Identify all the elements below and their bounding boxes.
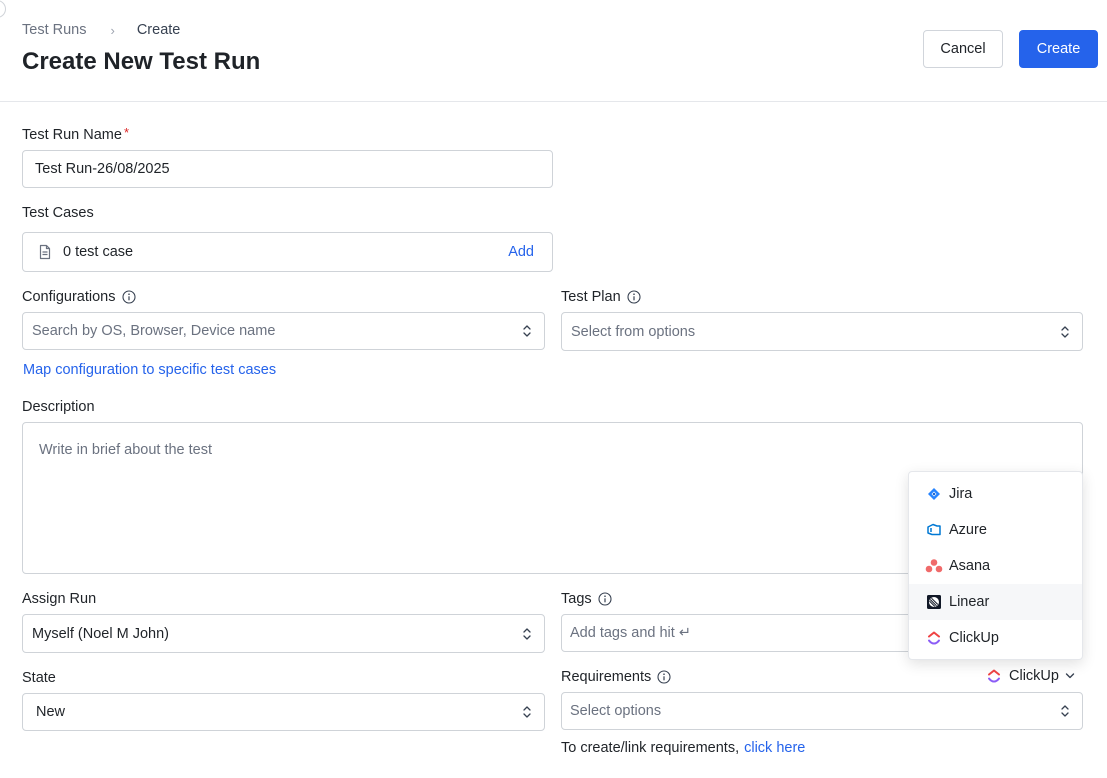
- description-label: Description: [22, 399, 95, 415]
- chevron-right-icon: ›: [110, 22, 115, 38]
- configurations-search-input[interactable]: Search by OS, Browser, Device name: [22, 312, 545, 350]
- provider-option-asana[interactable]: Asana: [909, 548, 1082, 584]
- tags-placeholder: Add tags and hit ↵: [570, 625, 691, 641]
- run-name-label-text: Test Run Name: [22, 127, 122, 143]
- add-test-case-button[interactable]: Add: [508, 244, 534, 260]
- test-cases-field: 0 test case Add: [22, 232, 553, 272]
- description-placeholder: Write in brief about the test: [39, 442, 213, 458]
- azure-icon: [925, 521, 943, 539]
- requirements-provider-label: ClickUp: [1009, 668, 1059, 684]
- tags-label-text: Tags: [561, 591, 592, 607]
- provider-option-label: Linear: [949, 594, 990, 610]
- updown-chevron-icon: [1060, 324, 1070, 340]
- requirements-select[interactable]: Select options: [561, 692, 1083, 730]
- provider-option-jira[interactable]: Jira: [909, 476, 1082, 512]
- state-label: State: [22, 670, 56, 686]
- jira-icon: [925, 485, 943, 503]
- create-requirements-link[interactable]: click here: [744, 740, 805, 756]
- panel-toggle[interactable]: [0, 0, 6, 18]
- info-icon[interactable]: [627, 290, 641, 304]
- requirements-placeholder: Select options: [570, 703, 662, 719]
- requirements-provider-toggle[interactable]: ClickUp: [987, 668, 1075, 684]
- create-button[interactable]: Create: [1019, 30, 1098, 68]
- clickup-icon: [925, 629, 943, 647]
- provider-option-label: Azure: [949, 522, 987, 538]
- test-cases-label: Test Cases: [22, 205, 94, 221]
- breadcrumb: Test Runs › Create: [22, 22, 180, 38]
- requirements-hint: To create/link requirements, click here: [561, 740, 805, 756]
- assign-run-select[interactable]: Myself (Noel M John): [22, 614, 545, 653]
- chevron-down-icon: [1065, 672, 1075, 680]
- provider-option-linear[interactable]: Linear: [909, 584, 1082, 620]
- configurations-placeholder: Search by OS, Browser, Device name: [32, 323, 276, 339]
- provider-option-azure[interactable]: Azure: [909, 512, 1082, 548]
- test-plan-placeholder: Select from options: [571, 323, 696, 340]
- updown-chevron-icon: [522, 704, 532, 720]
- assign-run-label: Assign Run: [22, 591, 97, 607]
- test-case-count: 0 test case: [63, 244, 134, 260]
- configurations-label: Configurations: [22, 289, 136, 305]
- run-name-input[interactable]: Test Run-26/08/2025: [22, 150, 553, 188]
- updown-chevron-icon: [1060, 703, 1070, 719]
- configurations-label-text: Configurations: [22, 289, 116, 305]
- cancel-button[interactable]: Cancel: [923, 30, 1003, 68]
- run-name-value: Test Run-26/08/2025: [35, 161, 170, 177]
- updown-chevron-icon: [522, 323, 532, 339]
- provider-dropdown-menu: Jira Azure Asana Linear ClickUp: [908, 471, 1083, 660]
- document-icon: [37, 244, 53, 260]
- page-header: Test Runs › Create Create New Test Run C…: [0, 0, 1107, 102]
- linear-icon: [925, 593, 943, 611]
- state-value: New: [36, 704, 66, 720]
- provider-option-label: Asana: [949, 558, 991, 574]
- clickup-icon: [987, 668, 1001, 684]
- tags-label: Tags: [561, 591, 612, 607]
- provider-option-clickup[interactable]: ClickUp: [909, 620, 1082, 656]
- page-title: Create New Test Run: [22, 48, 261, 75]
- provider-option-label: ClickUp: [949, 630, 999, 646]
- run-name-label: Test Run Name *: [22, 124, 129, 144]
- state-select[interactable]: New: [22, 693, 545, 731]
- test-plan-label: Test Plan: [561, 289, 641, 305]
- requirements-label: Requirements: [561, 669, 671, 685]
- test-plan-label-text: Test Plan: [561, 289, 621, 305]
- breadcrumb-current: Create: [136, 22, 181, 38]
- asana-icon: [925, 557, 943, 575]
- test-plan-select[interactable]: Select from options: [561, 312, 1083, 351]
- provider-option-label: Jira: [949, 486, 973, 502]
- info-icon[interactable]: [598, 592, 612, 606]
- requirements-hint-text: To create/link requirements,: [561, 740, 740, 756]
- info-icon[interactable]: [657, 670, 671, 684]
- assign-run-value: Myself (Noel M John): [32, 625, 169, 642]
- required-marker: *: [123, 124, 129, 140]
- map-configuration-link[interactable]: Map configuration to specific test cases: [23, 362, 276, 378]
- requirements-label-text: Requirements: [561, 669, 652, 685]
- info-icon[interactable]: [121, 290, 136, 304]
- breadcrumb-test-runs[interactable]: Test Runs: [22, 22, 86, 38]
- updown-chevron-icon: [522, 626, 532, 642]
